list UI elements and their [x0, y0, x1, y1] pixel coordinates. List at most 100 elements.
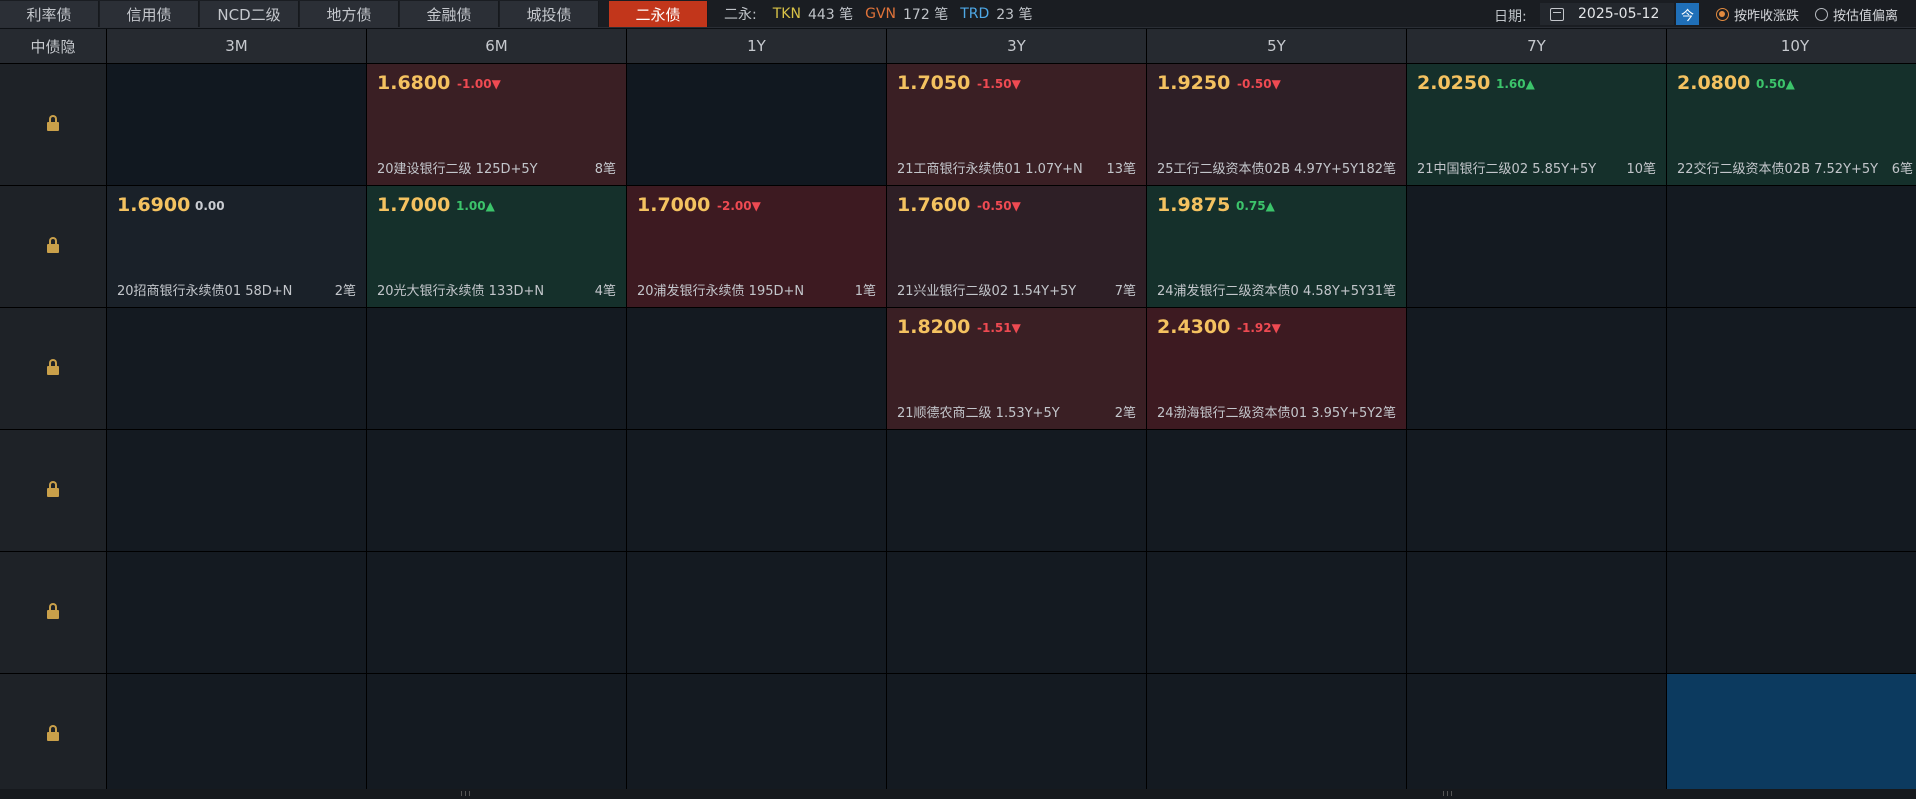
trade-count: 2笔 — [1374, 406, 1396, 421]
quote-cell[interactable]: 2.4300 -1.92▼ 24渤海银行二级资本债01 3.95Y+5Y 2笔 — [1147, 308, 1406, 429]
resize-grip-icon[interactable] — [1443, 791, 1452, 796]
quote-change: -0.50▼ — [1237, 77, 1281, 91]
bond-name: 20招商银行永续债01 58D+N — [117, 284, 293, 299]
quote-cell-empty[interactable] — [627, 308, 886, 429]
quote-change: 0.00 — [195, 199, 225, 213]
quote-cell-empty[interactable] — [1667, 430, 1916, 551]
quote-cell-empty[interactable] — [627, 64, 886, 185]
quote-cell-empty[interactable] — [107, 64, 366, 185]
quote-cell-empty[interactable] — [107, 308, 366, 429]
quote-cell[interactable]: 2.0800 0.50▲ 22交行二级资本债02B 7.52Y+5Y 6笔 — [1667, 64, 1916, 185]
quote-cell[interactable]: 1.7000 -2.00▼ 20浦发银行永续债 195D+N 1笔 — [627, 186, 886, 307]
quote-cell-empty[interactable] — [1407, 186, 1666, 307]
quote-price: 1.7050 — [897, 72, 971, 94]
quote-cell-empty[interactable] — [1407, 674, 1666, 795]
today-button[interactable]: 今 — [1676, 3, 1699, 25]
quote-price: 1.6800 — [377, 72, 451, 94]
quote-cell[interactable]: 1.7050 -1.50▼ 21工商银行永续债01 1.07Y+N 13笔 — [887, 64, 1146, 185]
gvn-count: 172 笔 — [903, 7, 949, 23]
quote-price: 1.6900 — [117, 194, 191, 216]
quote-cell-empty[interactable] — [367, 430, 626, 551]
quote-cell[interactable]: 1.6800 -1.00▼ 20建设银行二级 125D+5Y 8笔 — [367, 64, 626, 185]
lock-icon[interactable] — [47, 725, 59, 743]
column-header-3m: 3M — [107, 29, 366, 63]
tab-credit-bonds[interactable]: 信用债 — [100, 1, 199, 27]
tab-ncd-secondary[interactable]: NCD二级 — [200, 1, 299, 27]
radio-by-prev-close[interactable]: 按昨收涨跌 — [1716, 5, 1799, 24]
trade-count: 182笔 — [1358, 162, 1396, 177]
quote-cell-empty[interactable] — [107, 552, 366, 673]
quote-change: -1.00▼ — [457, 77, 501, 91]
lock-icon[interactable] — [47, 237, 59, 255]
resize-grip-icon[interactable] — [461, 791, 470, 796]
row-lock-button[interactable] — [0, 64, 106, 185]
radio-unselected-icon[interactable] — [1815, 8, 1828, 21]
row-lock-button[interactable] — [0, 552, 106, 673]
quote-cell-empty[interactable] — [1407, 552, 1666, 673]
quote-cell-empty[interactable] — [1407, 308, 1666, 429]
quote-cell-empty[interactable] — [1667, 186, 1916, 307]
corner-header[interactable]: 中债隐 — [0, 29, 106, 63]
column-header-5y: 5Y — [1147, 29, 1406, 63]
bottom-resize-bar[interactable] — [0, 789, 1916, 799]
tab-financial-bonds[interactable]: 金融债 — [400, 1, 499, 27]
row-lock-button[interactable] — [0, 186, 106, 307]
trade-count: 7笔 — [1114, 284, 1136, 299]
column-header-7y: 7Y — [1407, 29, 1666, 63]
calendar-icon[interactable] — [1550, 7, 1564, 21]
quote-price: 1.9250 — [1157, 72, 1231, 94]
quote-cell-empty[interactable] — [627, 430, 886, 551]
tab-local-gov-bonds[interactable]: 地方债 — [300, 1, 399, 27]
quote-cell-empty[interactable] — [1147, 552, 1406, 673]
lock-icon[interactable] — [47, 481, 59, 499]
quote-cell-empty[interactable] — [1667, 552, 1916, 673]
quote-cell-empty[interactable] — [1147, 674, 1406, 795]
quote-cell-selected[interactable] — [1667, 674, 1916, 795]
lock-icon[interactable] — [47, 359, 59, 377]
row-lock-button[interactable] — [0, 308, 106, 429]
column-header-1y: 1Y — [627, 29, 886, 63]
quote-cell-empty[interactable] — [627, 552, 886, 673]
quote-cell-empty[interactable] — [107, 674, 366, 795]
tkn-count: 443 笔 — [807, 7, 854, 23]
quote-cell-empty[interactable] — [367, 674, 626, 795]
trade-count: 6笔 — [1891, 162, 1913, 177]
gvn-tag: GVN — [865, 6, 897, 22]
quote-cell[interactable]: 1.9875 0.75▲ 24浦发银行二级资本债0 4.58Y+5Y 31笔 — [1147, 186, 1406, 307]
quote-cell-empty[interactable] — [1667, 308, 1916, 429]
quote-cell-empty[interactable] — [1147, 430, 1406, 551]
quote-cell-empty[interactable] — [887, 674, 1146, 795]
quote-cell[interactable]: 1.7600 -0.50▼ 21兴业银行二级02 1.54Y+5Y 7笔 — [887, 186, 1146, 307]
quote-cell-empty[interactable] — [367, 308, 626, 429]
tab-urban-invest-bonds[interactable]: 城投债 — [500, 1, 599, 27]
date-picker[interactable]: 2025-05-12 — [1540, 3, 1674, 25]
tab-tier2-perpetual-bonds[interactable]: 二永债 — [609, 1, 708, 27]
radio-by-valuation-deviation[interactable]: 按估值偏离 — [1815, 5, 1898, 24]
quote-cell-empty[interactable] — [107, 430, 366, 551]
row-lock-button[interactable] — [0, 674, 106, 795]
tab-rate-bonds[interactable]: 利率债 — [0, 1, 99, 27]
trade-count: 2笔 — [334, 284, 356, 299]
quote-cell[interactable]: 1.6900 0.00 20招商银行永续债01 58D+N 2笔 — [107, 186, 366, 307]
tkn-tag: TKN — [772, 6, 801, 22]
quote-change: 1.60▲ — [1496, 77, 1535, 91]
row-lock-button[interactable] — [0, 430, 106, 551]
date-value: 2025-05-12 — [1578, 6, 1660, 22]
lock-icon[interactable] — [47, 603, 59, 621]
quote-cell[interactable]: 1.7000 1.00▲ 20光大银行永续债 133D+N 4笔 — [367, 186, 626, 307]
quote-cell[interactable]: 1.9250 -0.50▼ 25工行二级资本债02B 4.97Y+5Y 182笔 — [1147, 64, 1406, 185]
quote-cell-empty[interactable] — [367, 552, 626, 673]
lock-icon[interactable] — [47, 115, 59, 133]
quote-cell-empty[interactable] — [627, 674, 886, 795]
quote-price: 1.7000 — [637, 194, 711, 216]
radio-selected-icon[interactable] — [1716, 8, 1729, 21]
quote-cell[interactable]: 2.0250 1.60▲ 21中国银行二级02 5.85Y+5Y 10笔 — [1407, 64, 1666, 185]
quote-price: 2.0800 — [1677, 72, 1751, 94]
quote-price: 1.8200 — [897, 316, 971, 338]
column-header-6m: 6M — [367, 29, 626, 63]
quote-cell-empty[interactable] — [887, 430, 1146, 551]
quote-cell-empty[interactable] — [887, 552, 1146, 673]
quote-cell-empty[interactable] — [1407, 430, 1666, 551]
quote-cell[interactable]: 1.8200 -1.51▼ 21顺德农商二级 1.53Y+5Y 2笔 — [887, 308, 1146, 429]
stats-label: 二永: — [724, 7, 757, 23]
